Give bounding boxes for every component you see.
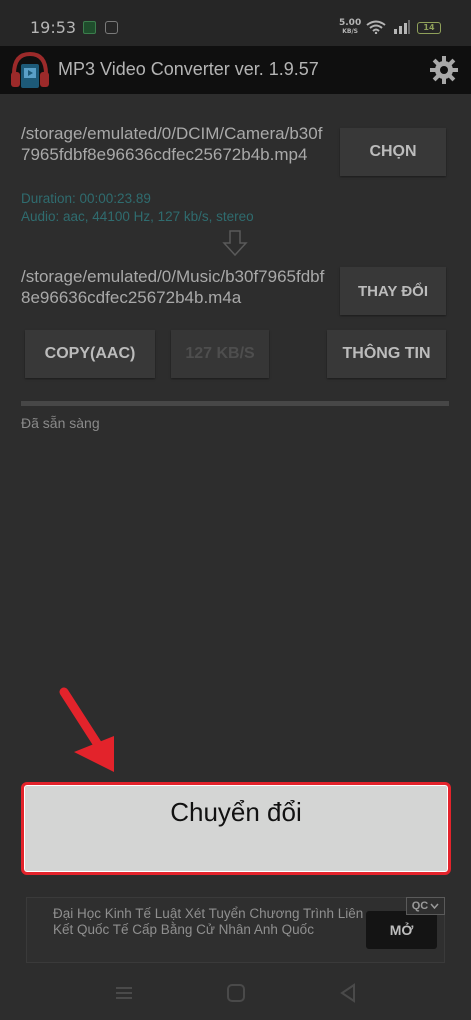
back-icon[interactable]: [336, 981, 360, 1005]
status-text: Đã sẵn sàng: [21, 415, 100, 431]
app-title: MP3 Video Converter ver. 1.9.57: [58, 59, 319, 79]
network-speed: 5.00 KB/S: [339, 19, 361, 36]
red-arrow-annotation: [59, 687, 114, 772]
convert-button[interactable]: Chuyển đổi: [21, 782, 451, 875]
network-speed-value: 5.00: [339, 18, 362, 28]
ad-text: Đại Học Kinh Tế Luật Xét Tuyển Chương Tr…: [53, 906, 364, 937]
navigation-bar: [0, 965, 471, 1020]
wifi-icon: [366, 20, 386, 34]
message-notification-icon: [105, 21, 118, 34]
info-button[interactable]: THÔNG TIN: [327, 330, 446, 378]
arrow-down-icon: [222, 230, 248, 257]
source-file-path: /storage/emulated/0/DCIM/Camera/b30f7965…: [21, 124, 323, 164]
audio-info: Audio: aac, 44100 Hz, 127 kb/s, stereo: [21, 209, 254, 224]
status-bar: 19:53 5.00 KB/S 14: [0, 0, 471, 46]
app-notification-icon: [83, 21, 96, 34]
menu-icon[interactable]: [112, 981, 136, 1005]
ad-open-button[interactable]: MỞ: [366, 911, 437, 949]
ad-banner[interactable]: Đại Học Kinh Tế Luật Xét Tuyển Chương Tr…: [26, 897, 445, 963]
signal-icon: [394, 20, 410, 34]
ad-badge-label: QC: [411, 900, 429, 912]
duration-info: Duration: 00:00:23.89: [21, 191, 151, 206]
home-icon[interactable]: [224, 981, 248, 1005]
output-file-path: /storage/emulated/0/Music/b30f7965fdbf8e…: [21, 267, 325, 307]
headphones-video-icon[interactable]: [9, 50, 51, 92]
convert-label: Chuyển đổi: [170, 797, 302, 827]
status-time: 19:53: [30, 18, 77, 37]
progress-bar: [21, 401, 449, 406]
gear-icon[interactable]: [428, 54, 460, 86]
format-button[interactable]: COPY(AAC): [25, 330, 155, 378]
network-speed-unit: KB/S: [342, 28, 358, 35]
change-output-button[interactable]: THAY ĐỔI: [340, 267, 446, 315]
app-header: MP3 Video Converter ver. 1.9.57: [0, 46, 471, 94]
choose-file-button[interactable]: CHỌN: [340, 128, 446, 176]
ad-badge[interactable]: QC: [406, 897, 445, 915]
battery-icon: 14: [417, 22, 441, 34]
bitrate-button[interactable]: 127 KB/S: [171, 330, 269, 378]
chevron-down-icon: [430, 903, 439, 909]
